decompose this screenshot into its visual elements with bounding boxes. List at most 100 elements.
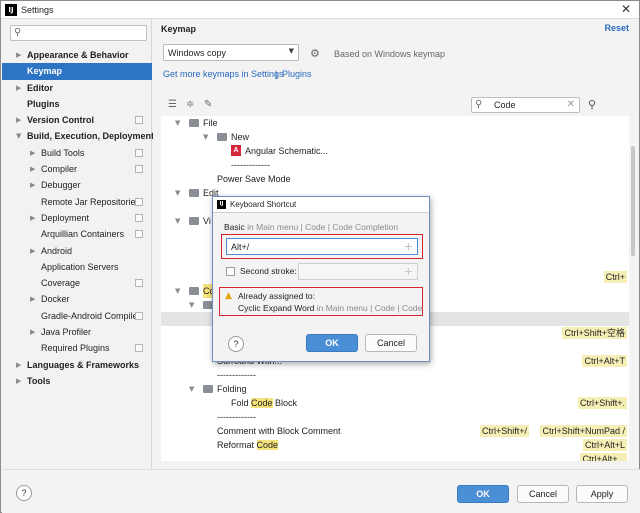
dialog-help-button[interactable]: ? xyxy=(228,336,244,352)
sidebar-item-label: Editor xyxy=(27,82,53,93)
settings-search-box[interactable]: ⚲ xyxy=(10,25,147,41)
sidebar-item-appearance-behavior[interactable]: ▶ Appearance & Behavior xyxy=(2,47,152,63)
cancel-button[interactable]: Cancel xyxy=(517,485,569,503)
settings-window: IJ Settings ✕ ⚲ ▶ Appearance & Behavior Ke… xyxy=(0,0,640,513)
close-icon[interactable]: ✕ xyxy=(621,2,631,16)
sidebar-item-deployment[interactable]: ▶ Deployment xyxy=(2,210,152,226)
add-icon[interactable]: + xyxy=(404,265,413,278)
collapsed-arrow-icon[interactable]: ▶ xyxy=(30,145,35,161)
clear-search-icon[interactable]: ✕ xyxy=(567,99,575,110)
dialog-ok-button[interactable]: OK xyxy=(306,334,358,352)
settings-search-input[interactable] xyxy=(29,27,139,39)
intellij-app-icon: IJ xyxy=(217,200,226,209)
sidebar-item-languages-frameworks[interactable]: ▶ Languages & Frameworks xyxy=(2,357,152,373)
expanded-arrow-icon: ▼ xyxy=(203,133,209,141)
dialog-title: Keyboard Shortcut xyxy=(230,200,297,209)
gear-icon[interactable]: ⚙ xyxy=(310,47,320,60)
tree-row-separator: ------------- xyxy=(161,368,637,382)
collapsed-arrow-icon[interactable]: ▶ xyxy=(16,112,21,128)
sidebar-item-remote-jar-repositories[interactable]: Remote Jar Repositories xyxy=(2,194,152,210)
tree-row-comment-block[interactable]: Comment with Block Comment Ctrl+Shift+/ … xyxy=(161,424,637,438)
sidebar-item-label: Keymap xyxy=(27,66,63,77)
collapsed-arrow-icon[interactable]: ▶ xyxy=(30,291,35,307)
find-by-shortcut-icon[interactable]: ⚲ xyxy=(588,98,596,111)
sidebar-item-tools[interactable]: ▶ Tools xyxy=(2,373,152,389)
help-button[interactable]: ? xyxy=(16,485,32,501)
first-stroke-input[interactable]: Alt+/ + xyxy=(226,238,418,255)
get-more-keymaps-link[interactable]: Get more keymaps in Settings xyxy=(163,69,284,79)
folder-icon xyxy=(189,287,199,295)
folder-icon xyxy=(189,189,199,197)
sidebar-item-build-tools[interactable]: ▶ Build Tools xyxy=(2,145,152,161)
second-stroke-input[interactable]: + xyxy=(298,263,418,280)
project-settings-icon xyxy=(135,148,143,157)
tree-label: New xyxy=(231,132,250,142)
sidebar-item-label: Appearance & Behavior xyxy=(27,50,129,60)
project-settings-icon xyxy=(135,311,143,320)
label-text: Block xyxy=(272,398,298,408)
tree-row-folding[interactable]: ▼ Folding xyxy=(161,382,637,396)
sidebar-item-compiler[interactable]: ▶ Compiler xyxy=(2,161,152,177)
sidebar-item-application-servers[interactable]: Application Servers xyxy=(2,259,152,275)
dialog-button-bar: ? OK Cancel Apply xyxy=(2,469,640,513)
sidebar-item-docker[interactable]: ▶ Docker xyxy=(2,291,152,307)
collapsed-arrow-icon[interactable]: ▶ xyxy=(16,373,21,389)
project-settings-icon xyxy=(135,213,143,222)
sidebar-item-arquillian-containers[interactable]: Arquillian Containers xyxy=(2,226,152,242)
sidebar-item-java-profiler[interactable]: ▶ Java Profiler xyxy=(2,324,152,340)
second-stroke-checkbox[interactable] xyxy=(226,267,235,276)
scrollbar-thumb[interactable] xyxy=(631,146,635,256)
keymap-dropdown[interactable]: Windows copy ▼ xyxy=(163,44,299,61)
shortcut-badge: Ctrl+ xyxy=(603,271,627,283)
collapse-all-icon[interactable]: ≑ xyxy=(186,99,194,110)
tree-row-fold-code-block[interactable]: Fold Code Block Ctrl+Shift+. xyxy=(161,396,637,410)
shortcut-badge: Ctrl+Shift+空格 xyxy=(562,327,627,339)
tree-label: File xyxy=(203,118,218,128)
collapsed-arrow-icon[interactable]: ▶ xyxy=(30,161,35,177)
add-icon[interactable]: + xyxy=(404,240,413,253)
sidebar-item-version-control[interactable]: ▶ Version Control xyxy=(2,112,152,128)
separator-text: ------------- xyxy=(231,160,270,170)
sidebar-item-label: Java Profiler xyxy=(41,327,92,338)
expanded-arrow-icon[interactable]: ▼ xyxy=(16,128,21,144)
collapsed-arrow-icon[interactable]: ▶ xyxy=(30,324,35,340)
collapsed-arrow-icon[interactable]: ▶ xyxy=(30,243,35,259)
plugins-link[interactable]: Plugins xyxy=(282,69,312,79)
tree-label: Vi xyxy=(203,216,211,226)
tree-row-angular-schematic[interactable]: A Angular Schematic... xyxy=(161,144,637,158)
sidebar-item-coverage[interactable]: Coverage xyxy=(2,275,152,291)
apply-button[interactable]: Apply xyxy=(576,485,628,503)
shortcut-badge: Ctrl+Shift+NumPad / xyxy=(540,425,627,437)
collapsed-arrow-icon[interactable]: ▶ xyxy=(30,177,35,193)
label-text: Fold xyxy=(231,398,252,408)
tree-row-reformat-code[interactable]: Reformat Code Ctrl+Alt+L xyxy=(161,438,637,452)
collapsed-arrow-icon[interactable]: ▶ xyxy=(30,210,35,226)
collapsed-arrow-icon[interactable]: ▶ xyxy=(16,47,21,63)
tree-row-partial[interactable]: Ctrl+Alt+... xyxy=(161,452,637,461)
shortcut-badge: Ctrl+Alt+L xyxy=(582,439,627,451)
sidebar-item-build-execution-deployment[interactable]: ▼ Build, Execution, Deployment xyxy=(2,128,154,144)
collapsed-arrow-icon[interactable]: ▶ xyxy=(16,357,21,373)
sidebar-item-plugins[interactable]: Plugins xyxy=(2,96,152,112)
project-settings-icon xyxy=(135,230,143,239)
sidebar-item-android[interactable]: ▶ Android xyxy=(2,243,152,259)
sidebar-item-label: Debugger xyxy=(41,180,81,191)
ok-button[interactable]: OK xyxy=(457,485,509,503)
dialog-cancel-button[interactable]: Cancel xyxy=(365,334,417,352)
expand-all-icon[interactable]: ☰ xyxy=(168,99,177,110)
reset-link[interactable]: Reset xyxy=(604,23,629,33)
actions-scrollbar[interactable] xyxy=(629,116,637,461)
sidebar-item-editor[interactable]: ▶ Editor xyxy=(2,80,152,96)
tree-row-new[interactable]: ▼ New xyxy=(161,130,637,144)
sidebar-item-keymap[interactable]: Keymap xyxy=(2,63,152,80)
tree-row-power-save[interactable]: Power Save Mode xyxy=(161,172,637,186)
action-search-box[interactable]: ⚲ Code ✕ xyxy=(471,97,580,113)
sidebar-item-label: Gradle-Android Compiler xyxy=(41,310,141,321)
settings-sidebar: ⚲ ▶ Appearance & Behavior Keymap ▶ Editor Plu… xyxy=(2,19,154,469)
edit-shortcut-icon[interactable]: ✎ xyxy=(204,99,212,110)
sidebar-item-required-plugins[interactable]: Required Plugins xyxy=(2,340,152,356)
collapsed-arrow-icon[interactable]: ▶ xyxy=(16,80,21,96)
sidebar-item-gradle-android-compiler[interactable]: Gradle-Android Compiler xyxy=(2,308,152,324)
sidebar-item-debugger[interactable]: ▶ Debugger xyxy=(2,177,152,193)
tree-row-file[interactable]: ▼ File xyxy=(161,116,637,130)
